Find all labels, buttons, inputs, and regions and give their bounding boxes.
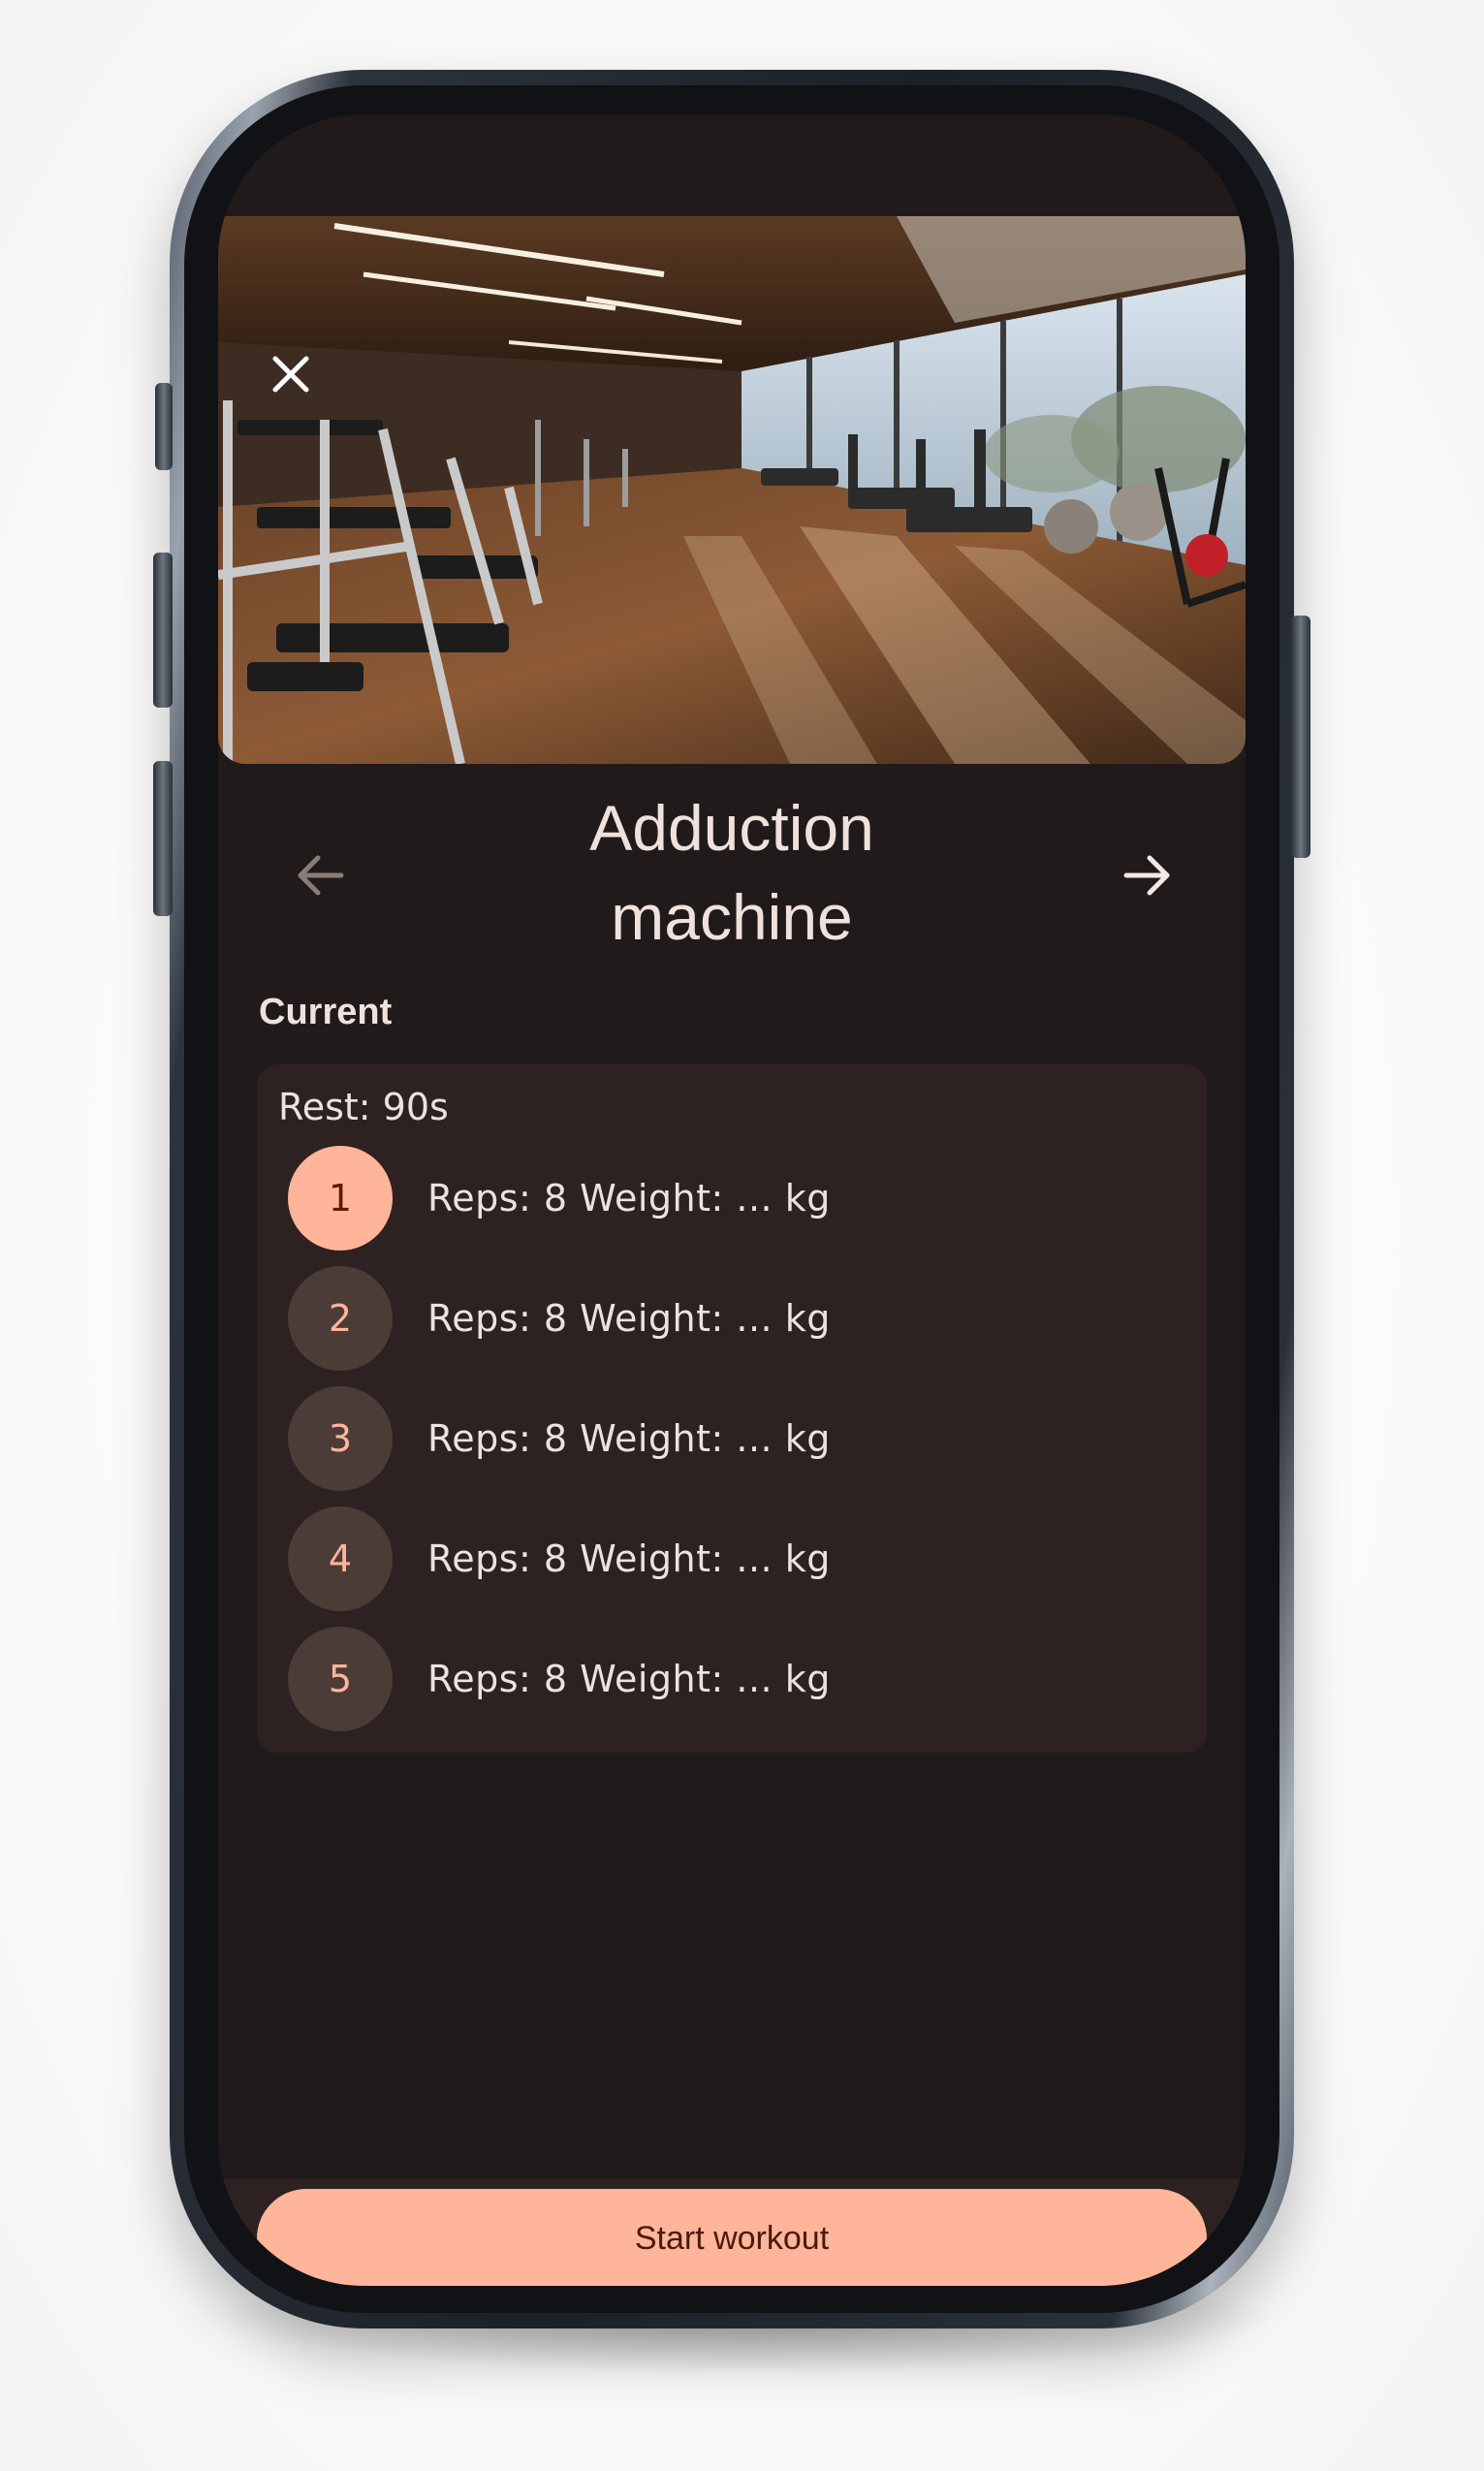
app-screen: Adduction machine Current Rest: 90s 1 Re… — [218, 114, 1246, 2286]
power-button — [1291, 616, 1310, 858]
set-number-badge[interactable]: 1 — [288, 1146, 393, 1251]
set-row-5[interactable]: 5 Reps: 8 Weight: ... kg — [288, 1626, 831, 1732]
section-label-current: Current — [259, 992, 393, 1032]
set-details: Reps: 8 Weight: ... kg — [427, 1177, 831, 1220]
set-details: Reps: 8 Weight: ... kg — [427, 1658, 831, 1700]
close-button[interactable] — [259, 342, 323, 406]
close-icon — [272, 356, 309, 393]
exercise-title-line-1: Adduction — [589, 792, 874, 864]
arrow-right-icon — [1123, 855, 1170, 896]
next-exercise-button[interactable] — [1114, 841, 1182, 909]
set-number-badge[interactable]: 2 — [288, 1266, 393, 1371]
start-workout-button[interactable]: Start workout — [257, 2189, 1207, 2286]
set-number-badge[interactable]: 4 — [288, 1506, 393, 1611]
set-number-badge[interactable]: 5 — [288, 1627, 393, 1731]
gym-photo — [218, 216, 1246, 764]
rest-time: Rest: 90s — [278, 1086, 449, 1128]
set-number-badge[interactable]: 3 — [288, 1386, 393, 1491]
set-row-2[interactable]: 2 Reps: 8 Weight: ... kg — [288, 1265, 831, 1372]
set-details: Reps: 8 Weight: ... kg — [427, 1417, 831, 1460]
arrow-left-icon — [298, 855, 344, 896]
exercise-title-line-2: machine — [611, 881, 853, 953]
hero-image-carousel[interactable] — [218, 216, 1246, 764]
set-details: Reps: 8 Weight: ... kg — [427, 1297, 831, 1340]
mute-switch — [155, 383, 173, 470]
sets-card: Rest: 90s 1 Reps: 8 Weight: ... kg 2 Rep… — [257, 1064, 1207, 1753]
volume-down-button — [153, 761, 173, 916]
previous-exercise-button[interactable] — [286, 841, 354, 909]
set-details: Reps: 8 Weight: ... kg — [427, 1537, 831, 1580]
set-row-4[interactable]: 4 Reps: 8 Weight: ... kg — [288, 1505, 831, 1612]
stage: Adduction machine Current Rest: 90s 1 Re… — [0, 0, 1484, 2471]
exercise-title: Adduction machine — [402, 783, 1061, 962]
volume-up-button — [153, 553, 173, 708]
set-row-1[interactable]: 1 Reps: 8 Weight: ... kg — [288, 1145, 831, 1251]
set-row-3[interactable]: 3 Reps: 8 Weight: ... kg — [288, 1385, 831, 1492]
